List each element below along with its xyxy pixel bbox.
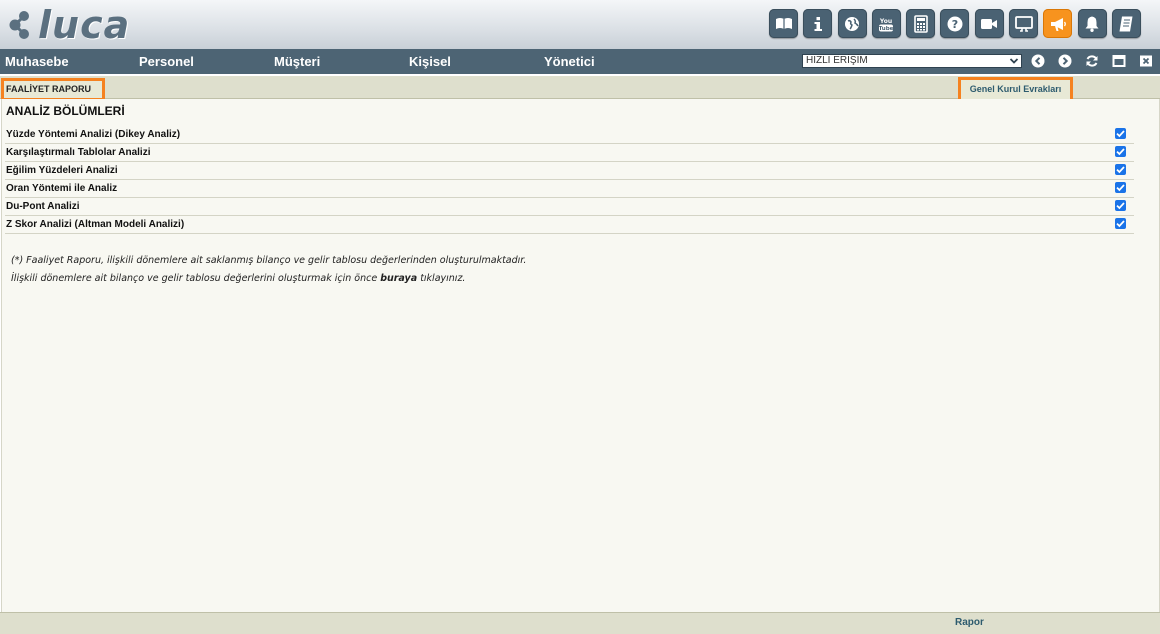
info-note-text: tıklayınız. <box>417 273 466 284</box>
analysis-row: Du-Pont Analizi <box>5 198 1134 216</box>
analysis-row-label: Karşılaştırmalı Tablolar Analizi <box>6 147 151 158</box>
info-note-action: İlişkili dönemlere ait bilanço ve gelir … <box>11 273 465 284</box>
previous-icon[interactable] <box>1031 54 1045 68</box>
help-icon[interactable]: ? <box>940 9 970 38</box>
analysis-row-label: Oran Yöntemi ile Analiz <box>6 183 118 194</box>
info-icon[interactable] <box>803 9 833 38</box>
youtube-icon[interactable]: You Tube <box>871 9 901 38</box>
analysis-row-label: Yüzde Yöntemi Analizi (Dikey Analiz) <box>6 129 181 140</box>
checkbox-checked-icon[interactable] <box>1115 218 1126 229</box>
analysis-row-label: Z Skor Analizi (Altman Modeli Analizi) <box>6 219 185 230</box>
next-icon[interactable] <box>1058 54 1072 68</box>
video-icon[interactable] <box>974 9 1004 38</box>
checkbox-checked-icon[interactable] <box>1115 164 1126 175</box>
calculator-icon[interactable] <box>906 9 936 38</box>
maximize-icon[interactable] <box>1112 54 1126 68</box>
logo-text: luca <box>38 3 131 47</box>
checkbox-checked-icon[interactable] <box>1115 200 1126 211</box>
analysis-row: Karşılaştırmalı Tablolar Analizi <box>5 144 1134 162</box>
quick-access-select[interactable]: HIZLI ERİŞİM <box>802 54 1022 68</box>
svg-text:Tube: Tube <box>879 26 894 32</box>
checkbox-checked-icon[interactable] <box>1115 146 1126 157</box>
menu-item-yonetici[interactable]: Yönetici <box>544 49 595 74</box>
menu-item-musteri[interactable]: Müşteri <box>274 49 320 74</box>
info-note-text: İlişkili dönemlere ait bilanço ve gelir … <box>11 273 381 284</box>
analysis-row: Eğilim Yüzdeleri Analizi <box>5 162 1134 180</box>
analysis-row: Yüzde Yöntemi Analizi (Dikey Analiz) <box>5 126 1134 144</box>
checkbox-checked-icon[interactable] <box>1115 182 1126 193</box>
chevron-down-icon <box>1009 58 1019 64</box>
main-menu-bar: Muhasebe Personel Müşteri Kişisel Yöneti… <box>0 49 1160 74</box>
menu-item-muhasebe[interactable]: Muhasebe <box>5 49 69 74</box>
svg-text:?: ? <box>952 18 958 31</box>
info-note: (*) Faaliyet Raporu, ilişkili dönemlere … <box>11 255 527 266</box>
monitor-icon[interactable] <box>1009 9 1039 38</box>
logo-mark-icon <box>9 11 29 39</box>
bell-icon[interactable] <box>1077 9 1107 38</box>
menu-item-personel[interactable]: Personel <box>139 49 194 74</box>
section-title: ANALİZ BÖLÜMLERİ <box>6 104 125 118</box>
app-header: luca You Tube ? <box>0 0 1160 49</box>
buraya-link[interactable]: buraya <box>380 273 417 284</box>
analysis-row-label: Eğilim Yüzdeleri Analizi <box>6 165 118 176</box>
globe-icon[interactable] <box>837 9 867 38</box>
footer-bar <box>0 612 1160 634</box>
rapor-button[interactable]: Rapor <box>955 617 984 628</box>
refresh-icon[interactable] <box>1085 54 1099 68</box>
megaphone-icon[interactable] <box>1043 9 1073 38</box>
top-toolbar: You Tube ? <box>769 9 1146 39</box>
notebook-icon[interactable] <box>1111 9 1141 38</box>
menu-item-kisisel[interactable]: Kişisel <box>409 49 451 74</box>
svg-text:You: You <box>879 18 892 25</box>
analysis-row-label: Du-Pont Analizi <box>6 201 80 212</box>
close-icon[interactable] <box>1139 54 1153 68</box>
quick-access-value: HIZLI ERİŞİM <box>806 55 868 66</box>
tab-faaliyet-raporu[interactable]: FAALİYET RAPORU <box>1 78 105 101</box>
analysis-row: Z Skor Analizi (Altman Modeli Analizi) <box>5 216 1134 234</box>
checkbox-checked-icon[interactable] <box>1115 128 1126 139</box>
book-icon[interactable] <box>769 9 798 38</box>
luca-logo[interactable]: luca <box>6 3 131 47</box>
analysis-row: Oran Yöntemi ile Analiz <box>5 180 1134 198</box>
